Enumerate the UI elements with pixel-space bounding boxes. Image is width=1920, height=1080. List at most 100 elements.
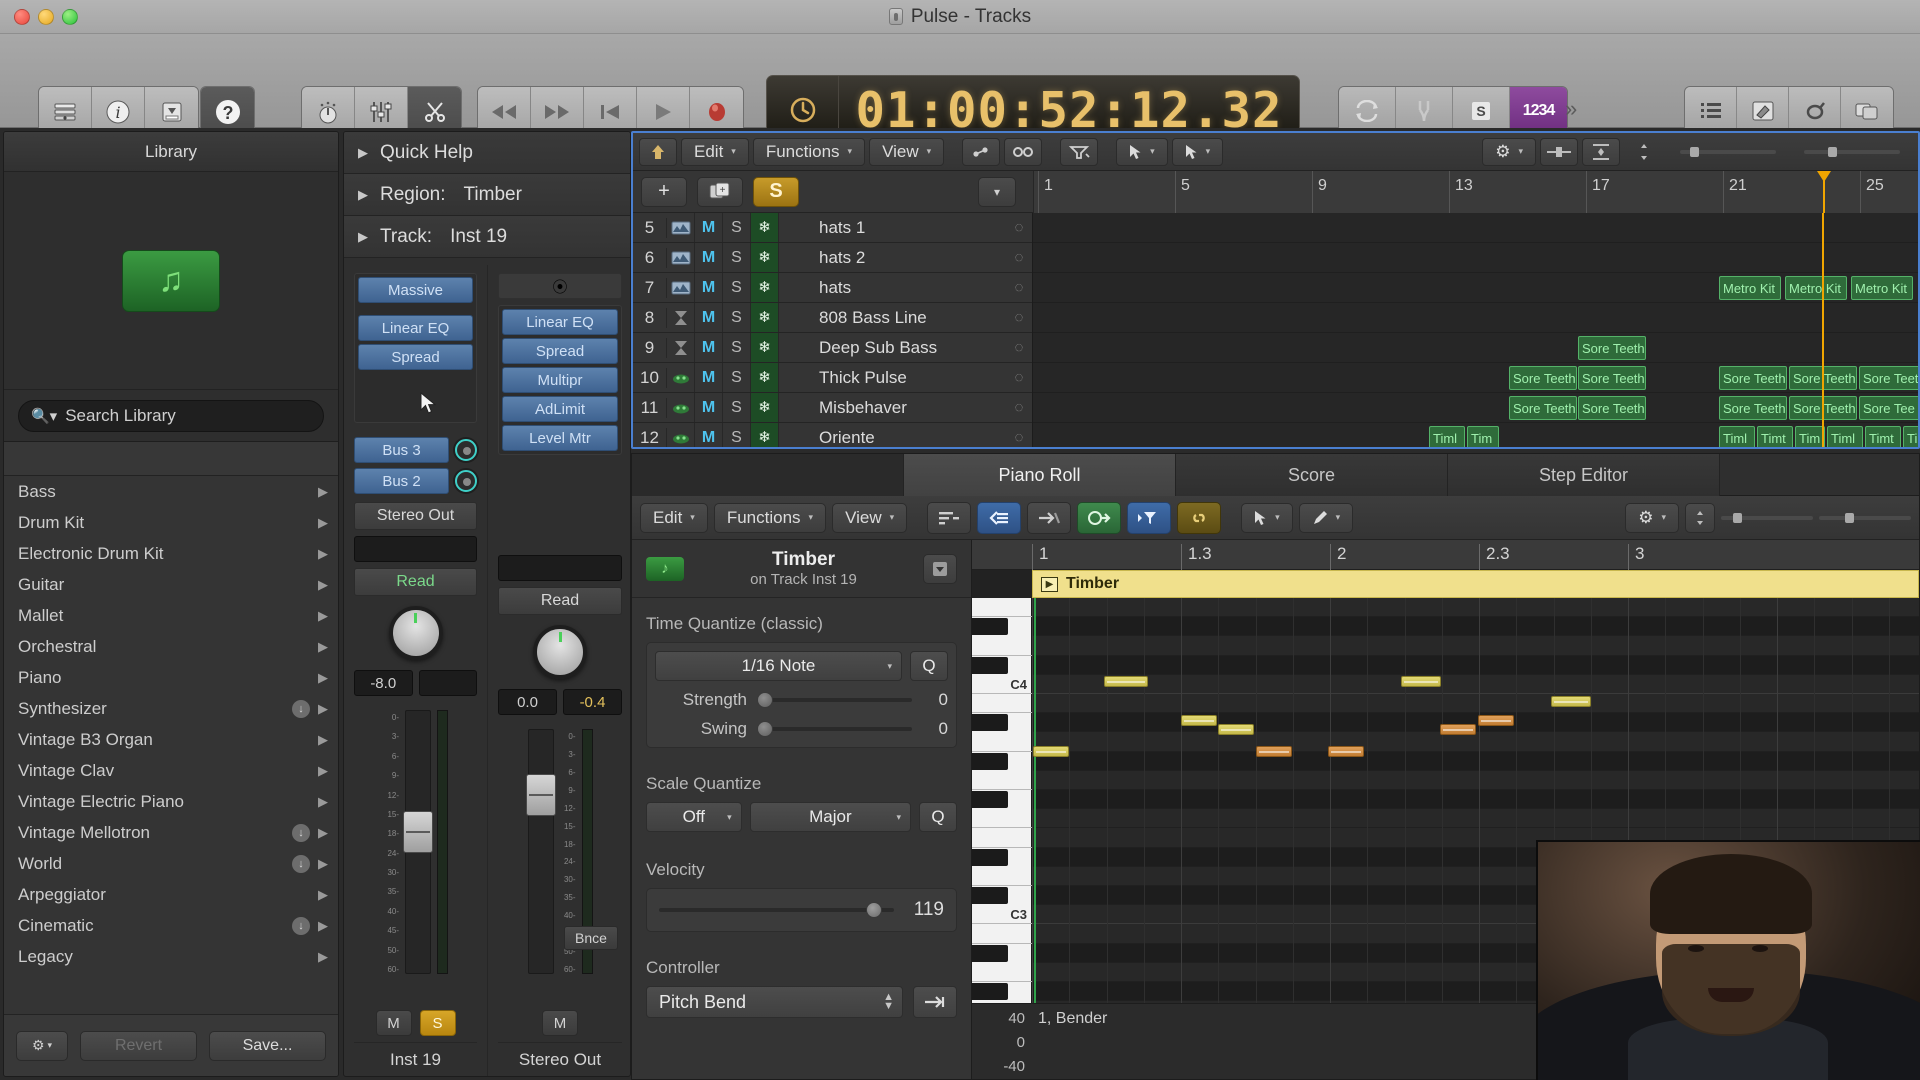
fader-handle[interactable]: [525, 773, 556, 816]
inspector-region[interactable]: ▶ Region: Timber: [344, 174, 630, 216]
revert-button[interactable]: Revert: [80, 1030, 197, 1061]
library-list-item[interactable]: Guitar ▶: [4, 569, 338, 600]
link-icon[interactable]: [1177, 501, 1222, 534]
midi-note[interactable]: [1551, 696, 1591, 707]
scale-type-select[interactable]: Major ▾: [749, 802, 911, 832]
solo-mode-button[interactable]: S: [1453, 87, 1510, 134]
plugin-slot[interactable]: Linear EQ: [358, 315, 473, 341]
snap-icon[interactable]: [1060, 137, 1099, 166]
track-record-button[interactable]: [779, 393, 805, 422]
arrange-region[interactable]: Tim: [1795, 426, 1825, 447]
tracks-dropdown-button[interactable]: ▾: [978, 177, 1016, 207]
arrange-region[interactable]: Timt: [1865, 426, 1901, 447]
chevron-right-icon[interactable]: ▶: [318, 701, 328, 717]
track-record-button[interactable]: [779, 333, 805, 362]
track-freeze-button[interactable]: ❄: [751, 363, 779, 392]
editor-view-menu[interactable]: View ▾: [832, 502, 908, 533]
chevron-right-icon[interactable]: ▶: [318, 856, 328, 872]
piano-key[interactable]: [972, 963, 1032, 982]
piano-key[interactable]: [972, 944, 1008, 962]
arrange-region[interactable]: Tim: [1467, 426, 1499, 447]
chevron-right-icon[interactable]: ▶: [318, 515, 328, 531]
piano-roll-lane[interactable]: [1032, 674, 1919, 694]
track-row[interactable]: 6 M S ❄ hats 2 ◌: [633, 243, 1032, 273]
library-list-item[interactable]: Bass ▶: [4, 476, 338, 507]
library-list-item[interactable]: Electronic Drum Kit ▶: [4, 538, 338, 569]
plugin-slot[interactable]: Spread: [358, 344, 473, 370]
track-mute-button[interactable]: M: [695, 213, 723, 242]
library-list-item[interactable]: World ↓ ▶: [4, 848, 338, 879]
track-height-slider[interactable]: [1624, 138, 1664, 166]
piano-key[interactable]: [972, 694, 1032, 714]
track-name[interactable]: Misbehaver: [805, 398, 1006, 418]
arrange-row[interactable]: [1033, 243, 1918, 273]
track-freeze-button[interactable]: ❄: [751, 333, 779, 362]
piano-roll-lane[interactable]: [1032, 751, 1919, 771]
arrange-region[interactable]: Sore Teeth: [1578, 396, 1646, 420]
midi-note[interactable]: [1104, 676, 1148, 687]
output-button[interactable]: Stereo Out: [354, 502, 477, 530]
plugin-slot[interactable]: Linear EQ: [502, 309, 618, 335]
inspector-track[interactable]: ▶ Track: Inst 19: [344, 216, 630, 258]
track-record-button[interactable]: [779, 303, 805, 332]
plugin-slot[interactable]: Level Mtr: [502, 425, 618, 451]
midi-note[interactable]: [1401, 676, 1441, 687]
library-list-item[interactable]: Drum Kit ▶: [4, 507, 338, 538]
library-list-item[interactable]: Legacy ▶: [4, 941, 338, 972]
count-in-button[interactable]: 1234: [1510, 87, 1567, 134]
region-dropdown-button[interactable]: [923, 553, 957, 584]
plugin-slot[interactable]: AdLimit: [502, 396, 618, 422]
track-record-button[interactable]: [779, 273, 805, 302]
chevron-right-icon[interactable]: ▶: [318, 484, 328, 500]
track-mute-button[interactable]: M: [695, 423, 723, 447]
volume-fader[interactable]: [525, 729, 556, 974]
track-name[interactable]: Oriente: [805, 428, 1006, 448]
track-solo-button[interactable]: S: [723, 303, 751, 332]
piano-roll-lane[interactable]: [1032, 636, 1919, 656]
midi-out-icon[interactable]: [1077, 501, 1122, 534]
track-solo-button[interactable]: S: [723, 423, 751, 447]
chevron-right-icon[interactable]: ▶: [318, 608, 328, 624]
midi-note[interactable]: [1478, 715, 1514, 726]
track-name[interactable]: Deep Sub Bass: [805, 338, 1006, 358]
track-freeze-button[interactable]: ❄: [751, 213, 779, 242]
controller-apply-button[interactable]: [913, 986, 957, 1018]
track-mute-button[interactable]: M: [695, 333, 723, 362]
arrange-region[interactable]: Sore Teeth: [1578, 366, 1646, 390]
chevron-right-icon[interactable]: ▶: [318, 546, 328, 562]
editor-gear-button[interactable]: ⚙ ▾: [1625, 502, 1679, 533]
link-regions-icon[interactable]: [1004, 137, 1043, 166]
flex-time-icon[interactable]: [1540, 137, 1578, 166]
editor-vzoom[interactable]: [1685, 502, 1715, 533]
save-button[interactable]: Save...: [209, 1030, 326, 1061]
piano-roll-lane[interactable]: [1032, 655, 1919, 675]
piano-key[interactable]: [972, 598, 1032, 618]
volume-value[interactable]: -8.0: [354, 670, 413, 696]
fader-handle[interactable]: [403, 810, 433, 853]
swing-slider[interactable]: [757, 721, 912, 737]
midi-note[interactable]: [1218, 724, 1254, 735]
piano-key[interactable]: [972, 867, 1032, 886]
track-row[interactable]: 11 M S ❄ Misbehaver ◌: [633, 393, 1032, 423]
time-quantize-select[interactable]: 1/16 Note ▾: [655, 651, 902, 681]
navigate-up-icon[interactable]: [639, 137, 677, 166]
track-solo-button[interactable]: S: [723, 333, 751, 362]
track-freeze-button[interactable]: ❄: [751, 243, 779, 272]
editor-zoom-h-slider[interactable]: [1819, 503, 1911, 533]
plugin-slot[interactable]: Massive: [358, 277, 473, 303]
media-browser-button[interactable]: [1841, 87, 1893, 134]
piano-key[interactable]: [972, 618, 1008, 636]
track-freeze-button[interactable]: ❄: [751, 423, 779, 447]
tracks-solo-button[interactable]: S: [753, 176, 799, 207]
midi-in-icon[interactable]: [977, 501, 1022, 534]
piano-roll-lane[interactable]: [1032, 809, 1919, 829]
bounce-button[interactable]: Bnce: [564, 926, 618, 950]
piano-roll-lane[interactable]: [1032, 790, 1919, 810]
play-icon[interactable]: ▶: [1041, 576, 1058, 592]
editor-tabs[interactable]: Piano Roll Score Step Editor: [632, 454, 1919, 496]
piano-key[interactable]: [972, 887, 1008, 905]
chevron-right-icon[interactable]: ▶: [318, 949, 328, 965]
volume-value[interactable]: 0.0: [498, 689, 557, 715]
track-row[interactable]: 10 M S ❄ Thick Pulse ◌: [633, 363, 1032, 393]
library-list[interactable]: Bass ▶ Drum Kit ▶ Electronic Drum Kit ▶ Guitar…: [4, 476, 338, 1014]
